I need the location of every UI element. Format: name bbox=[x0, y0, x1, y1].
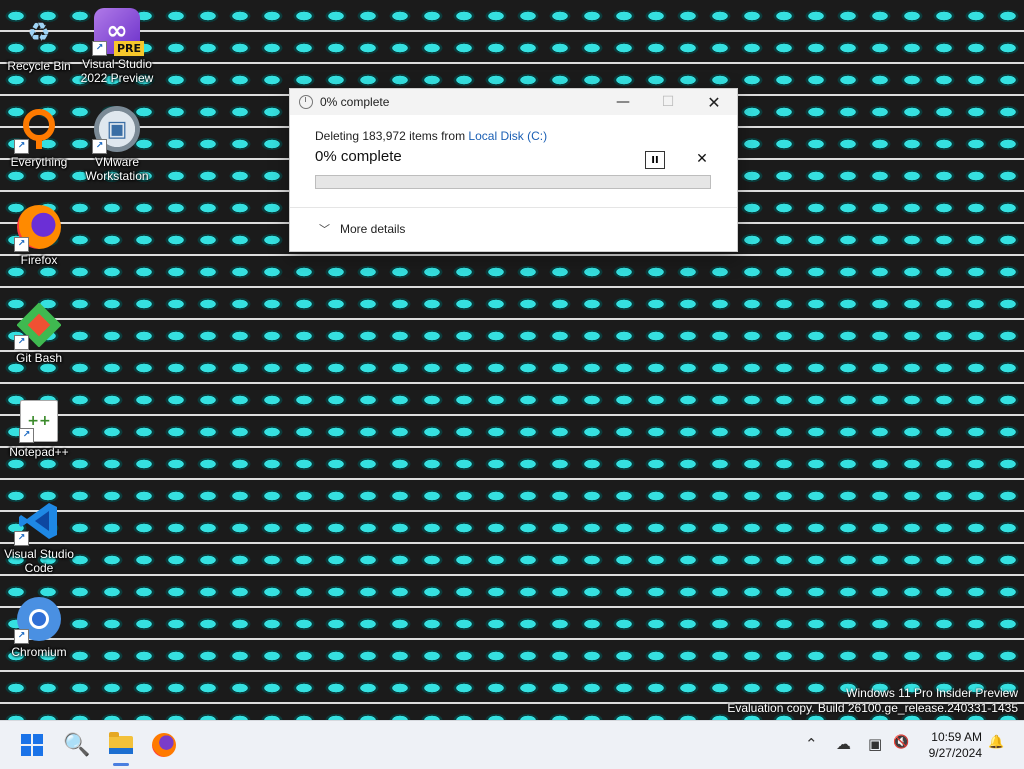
icon-label-line2: 2022 Preview bbox=[80, 71, 154, 85]
maximize-button: ☐ bbox=[661, 94, 675, 110]
icon-label: Notepad++ bbox=[9, 445, 69, 459]
volume-mute-icon[interactable]: 🔇 bbox=[893, 735, 909, 750]
icon-label-line1: Visual Studio bbox=[4, 547, 74, 561]
search-button[interactable]: 🔍 bbox=[61, 729, 93, 761]
clock-time: 10:59 AM bbox=[931, 730, 982, 744]
clock-icon bbox=[299, 95, 313, 109]
more-details-label: More details bbox=[340, 222, 406, 236]
dialog-titlebar[interactable]: 0% complete — ☐ ✕ bbox=[290, 89, 737, 115]
icon-label: Firefox bbox=[20, 253, 58, 267]
desktop-icon-vmware[interactable]: ▣ ↗ VMware Workstation bbox=[78, 106, 156, 183]
notification-bell-icon[interactable]: 🔔 bbox=[988, 735, 1004, 750]
icon-label: Chromium bbox=[11, 645, 67, 659]
everything-search-icon: ↗ bbox=[14, 106, 62, 154]
desktop-icon-everything[interactable]: ↗ Everything bbox=[0, 106, 78, 169]
windows-logo-icon bbox=[21, 734, 43, 756]
icon-label: VMware Workstation bbox=[78, 155, 156, 183]
icon-label: Visual Studio 2022 Preview bbox=[78, 57, 156, 85]
delete-progress-dialog: 0% complete — ☐ ✕ Deleting 183,972 items… bbox=[289, 88, 738, 252]
chevron-up-icon[interactable]: ⌃ bbox=[805, 735, 818, 753]
minimize-button[interactable]: — bbox=[600, 89, 646, 115]
watermark-line1: Windows 11 Pro Insider Preview bbox=[846, 686, 1018, 700]
status-prefix: Deleting 183,972 items from bbox=[315, 129, 469, 143]
operation-status: Deleting 183,972 items from Local Disk (… bbox=[315, 129, 712, 143]
desktop-icon-vscode[interactable]: ↗ Visual Studio Code bbox=[0, 498, 78, 575]
chromium-icon: ↗ bbox=[14, 596, 62, 644]
windows-watermark: Windows 11 Pro Insider Preview Evaluatio… bbox=[727, 686, 1018, 716]
icon-label: Everything bbox=[10, 155, 68, 169]
desktop-icon-recycle-bin[interactable]: ♻ Recycle Bin bbox=[0, 10, 78, 73]
close-button[interactable]: ✕ bbox=[691, 89, 737, 115]
dialog-content: Deleting 183,972 items from Local Disk (… bbox=[290, 115, 737, 189]
icon-label-line1: VMware bbox=[94, 155, 139, 169]
preview-badge: PRE bbox=[113, 41, 144, 56]
icon-label-line1: Visual Studio bbox=[82, 57, 152, 71]
git-bash-icon: ↗ bbox=[14, 302, 62, 350]
desktop-icon-firefox[interactable]: ↗ Firefox bbox=[0, 204, 78, 267]
taskbar: 🔍 ⌃ ☁ ▣ 🔇 10:59 AM 9/27/2024 🔔 bbox=[0, 720, 1024, 769]
network-icon[interactable]: ▣ bbox=[868, 735, 882, 753]
firefox-taskbar-button[interactable] bbox=[148, 729, 180, 761]
icon-label-line2: Code bbox=[24, 561, 54, 575]
cancel-operation-button[interactable]: ✕ bbox=[694, 151, 710, 167]
visual-studio-preview-icon: ∞ PRE ↗ bbox=[92, 8, 144, 56]
dialog-title: 0% complete bbox=[320, 95, 390, 109]
more-details-toggle[interactable]: ﹀ More details bbox=[319, 221, 405, 237]
file-explorer-button[interactable] bbox=[105, 729, 137, 761]
divider bbox=[290, 207, 737, 208]
onedrive-off-icon[interactable]: ☁ bbox=[836, 735, 851, 753]
icon-label: Git Bash bbox=[15, 351, 63, 365]
desktop-icon-git-bash[interactable]: ↗ Git Bash bbox=[0, 302, 78, 365]
desktop-icon-notepad-plus-plus[interactable]: ++ ↗ Notepad++ bbox=[0, 400, 78, 459]
taskbar-clock[interactable]: 10:59 AM 9/27/2024 bbox=[920, 729, 982, 761]
desktop-icon-visual-studio-preview[interactable]: ∞ PRE ↗ Visual Studio 2022 Preview bbox=[78, 8, 156, 85]
search-icon: 🔍 bbox=[63, 732, 91, 758]
icon-label: Visual Studio Code bbox=[0, 547, 78, 575]
active-indicator bbox=[113, 763, 129, 766]
vscode-icon: ↗ bbox=[14, 498, 62, 546]
folder-icon bbox=[109, 732, 133, 754]
recycle-bin-icon: ♻ bbox=[27, 18, 51, 48]
firefox-icon bbox=[152, 733, 176, 757]
vmware-icon: ▣ ↗ bbox=[92, 106, 140, 154]
icon-label-line2: Workstation bbox=[85, 169, 149, 183]
chevron-down-icon: ﹀ bbox=[319, 224, 330, 236]
notepad-plus-plus-icon: ++ ↗ bbox=[19, 400, 58, 443]
clock-date: 9/27/2024 bbox=[928, 746, 982, 760]
location-link[interactable]: Local Disk (C:) bbox=[468, 129, 547, 143]
start-button[interactable] bbox=[16, 729, 48, 761]
progress-bar bbox=[315, 175, 711, 189]
icon-label: Recycle Bin bbox=[7, 59, 71, 73]
desktop-icon-chromium[interactable]: ↗ Chromium bbox=[0, 596, 78, 659]
watermark-line2: Evaluation copy. Build 26100.ge_release.… bbox=[727, 701, 1018, 715]
pause-button[interactable]: II bbox=[645, 151, 665, 169]
firefox-icon: ↗ bbox=[14, 204, 62, 252]
